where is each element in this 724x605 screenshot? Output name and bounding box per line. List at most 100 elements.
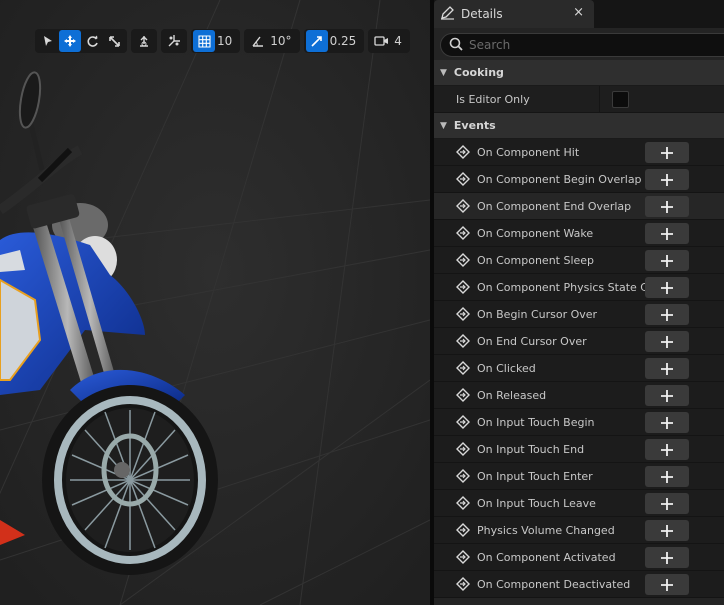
- grid-snap-control[interactable]: 10: [191, 29, 241, 53]
- section-header-events[interactable]: ▼ Events: [434, 113, 724, 139]
- add-event-button[interactable]: [645, 385, 689, 406]
- event-row: On Input Touch Begin: [434, 409, 724, 436]
- add-event-button[interactable]: [645, 223, 689, 244]
- chevron-down-icon: ▼: [440, 67, 447, 78]
- transform-tools: [35, 29, 127, 53]
- event-label: On Input Touch Leave: [477, 496, 596, 510]
- world-local-toggle[interactable]: [161, 29, 187, 53]
- motorcycle-scene: [0, 0, 430, 605]
- plus-icon: [661, 362, 673, 375]
- camera-speed-value[interactable]: 4: [392, 34, 408, 48]
- add-event-button[interactable]: [645, 412, 689, 433]
- event-diamond-icon: [456, 280, 472, 294]
- rotate-tool-icon[interactable]: [81, 30, 103, 52]
- event-diamond-icon: [456, 361, 472, 375]
- coordinate-space-icon[interactable]: [163, 30, 185, 52]
- event-row: On Component Activated: [434, 544, 724, 571]
- event-label: On Component Activated: [477, 550, 616, 564]
- event-diamond-icon: [456, 523, 472, 537]
- add-event-button[interactable]: [645, 331, 689, 352]
- event-row: On End Cursor Over: [434, 328, 724, 355]
- scale-snap-control[interactable]: 0.25: [303, 29, 365, 53]
- event-diamond-icon: [456, 253, 472, 267]
- level-viewport[interactable]: 10 10° 0.25 4: [0, 0, 430, 605]
- rotation-snap-icon[interactable]: [246, 30, 268, 52]
- event-diamond-icon: [456, 577, 472, 591]
- event-label: On Component Sleep: [477, 253, 595, 267]
- details-tab-strip: Details ×: [434, 0, 724, 28]
- event-row: On Input Touch Enter: [434, 463, 724, 490]
- event-row: On Component Deactivated: [434, 571, 724, 598]
- is-editor-only-checkbox[interactable]: [612, 90, 629, 108]
- plus-icon: [661, 578, 673, 591]
- event-diamond-icon: [456, 442, 472, 456]
- viewport-toolbar: 10 10° 0.25 4: [35, 29, 410, 53]
- close-icon[interactable]: ×: [573, 5, 584, 20]
- add-event-button[interactable]: [645, 169, 689, 190]
- rotation-snap-control[interactable]: 10°: [244, 29, 300, 53]
- plus-icon: [661, 389, 673, 402]
- event-diamond-icon: [456, 334, 472, 348]
- add-event-button[interactable]: [645, 574, 689, 595]
- event-diamond-icon: [456, 145, 472, 159]
- add-event-button[interactable]: [645, 142, 689, 163]
- add-event-button[interactable]: [645, 547, 689, 568]
- grid-snap-value[interactable]: 10: [215, 34, 238, 48]
- event-row: On Component Hit: [434, 139, 724, 166]
- chevron-down-icon: ▼: [440, 120, 447, 131]
- camera-speed-control[interactable]: 4: [368, 29, 410, 53]
- plus-icon: [661, 470, 673, 483]
- add-event-button[interactable]: [645, 196, 689, 217]
- event-row: On Component Physics State Change: [434, 274, 724, 301]
- add-event-button[interactable]: [645, 304, 689, 325]
- select-tool-icon[interactable]: [37, 30, 59, 52]
- event-row: On Clicked: [434, 355, 724, 382]
- event-label: On Component Begin Overlap: [477, 172, 642, 186]
- event-diamond-icon: [456, 415, 472, 429]
- event-row: On Component Wake: [434, 220, 724, 247]
- surface-snapping-icon[interactable]: [133, 30, 155, 52]
- section-title: Events: [453, 119, 496, 132]
- grid-snap-icon[interactable]: [193, 30, 215, 52]
- events-list: On Component Hit On Component Begin Overl…: [434, 139, 724, 598]
- details-tab-title: Details: [461, 7, 503, 21]
- scale-snap-icon[interactable]: [305, 30, 328, 52]
- event-label: On Input Touch Begin: [477, 415, 595, 429]
- event-label: On Clicked: [477, 361, 536, 375]
- event-diamond-icon: [456, 388, 472, 402]
- plus-icon: [661, 281, 673, 294]
- scale-snap-value[interactable]: 0.25: [328, 34, 363, 48]
- event-label: On Input Touch Enter: [477, 469, 593, 483]
- plus-icon: [661, 443, 673, 456]
- add-event-button[interactable]: [645, 439, 689, 460]
- add-event-button[interactable]: [645, 277, 689, 298]
- plus-icon: [661, 200, 673, 213]
- plus-icon: [661, 308, 673, 321]
- add-event-button[interactable]: [645, 250, 689, 271]
- add-event-button[interactable]: [645, 520, 689, 541]
- plus-icon: [661, 173, 673, 186]
- event-diamond-icon: [456, 550, 472, 564]
- search-box[interactable]: [440, 33, 724, 57]
- add-event-button[interactable]: [645, 358, 689, 379]
- event-diamond-icon: [456, 172, 472, 186]
- rotation-snap-value[interactable]: 10°: [268, 34, 297, 48]
- add-event-button[interactable]: [645, 466, 689, 487]
- translate-tool-icon[interactable]: [59, 30, 81, 52]
- event-diamond-icon: [456, 226, 472, 240]
- plus-icon: [661, 524, 673, 537]
- add-event-button[interactable]: [645, 493, 689, 514]
- section-header-cooking[interactable]: ▼ Cooking: [434, 60, 724, 86]
- search-input[interactable]: [469, 38, 689, 52]
- event-row: On Component End Overlap: [434, 193, 724, 220]
- details-panel: Details × ▼ Cooking Is Editor Only ▼ Eve…: [434, 0, 724, 605]
- event-row: On Begin Cursor Over: [434, 301, 724, 328]
- plus-icon: [661, 335, 673, 348]
- event-label: Physics Volume Changed: [477, 523, 615, 537]
- camera-icon[interactable]: [370, 30, 392, 52]
- event-label: On Released: [477, 388, 547, 402]
- scale-tool-icon[interactable]: [103, 30, 125, 52]
- event-label: On Component Wake: [477, 226, 594, 240]
- surface-snap-toggle[interactable]: [131, 29, 157, 53]
- details-tab[interactable]: Details ×: [434, 0, 594, 28]
